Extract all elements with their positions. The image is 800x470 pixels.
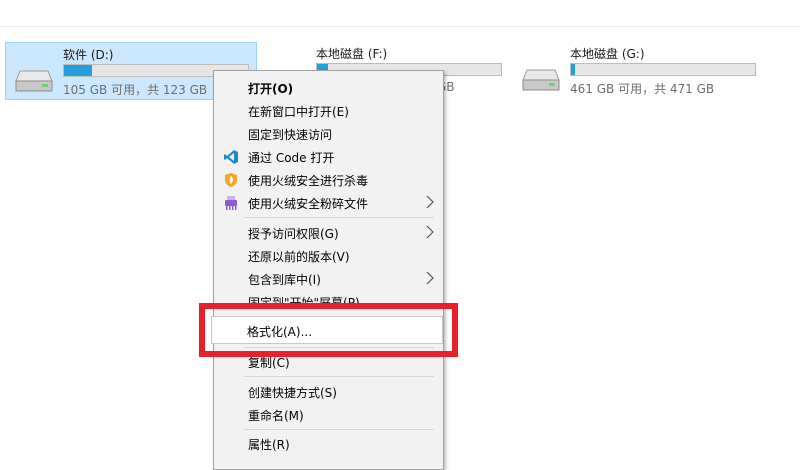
- menu-item-label: 通过 Code 打开: [248, 151, 335, 165]
- hard-drive-icon: [15, 70, 53, 92]
- menu-item-label: 属性(R): [248, 438, 290, 452]
- menu-item-huorong-shred[interactable]: 使用火绒安全粉碎文件: [214, 191, 443, 214]
- hard-drive-icon: [522, 69, 560, 91]
- drive-name: 本地磁盘 (F:): [316, 47, 388, 61]
- menu-item-label: 打开(O): [248, 82, 294, 96]
- menu-item-label: 在新窗口中打开(E): [248, 105, 349, 119]
- menu-item-pin-quick-access[interactable]: 固定到快速访问: [214, 122, 443, 145]
- menu-item-open-new-window[interactable]: 在新窗口中打开(E): [214, 99, 443, 122]
- menu-item-label: 使用火绒安全粉碎文件: [248, 197, 369, 211]
- menu-item-label: 固定到快速访问: [248, 128, 333, 142]
- menu-item-include-in-library[interactable]: 包含到库中(I): [214, 267, 443, 290]
- menu-item-label: 包含到库中(I): [248, 273, 321, 287]
- menu-item-properties[interactable]: 属性(R): [214, 432, 443, 455]
- drive-name: 软件 (D:): [63, 48, 114, 62]
- menu-item-rename[interactable]: 重命名(M): [214, 403, 443, 426]
- menu-item-label: 重命名(M): [248, 409, 304, 423]
- menu-item-open[interactable]: 打开(O): [214, 76, 443, 99]
- address-bar-divider: [0, 26, 800, 27]
- menu-item-open-with-code[interactable]: 通过 Code 打开: [214, 145, 443, 168]
- menu-item-restore-versions[interactable]: 还原以前的版本(V): [214, 244, 443, 267]
- context-menu: 打开(O) 在新窗口中打开(E) 固定到快速访问 通过 Code 打开 使用火绒…: [213, 70, 444, 470]
- menu-item-huorong-scan[interactable]: 使用火绒安全进行杀毒: [214, 168, 443, 191]
- menu-item-label: 还原以前的版本(V): [248, 250, 350, 264]
- drive-name: 本地磁盘 (G:): [570, 47, 645, 61]
- vscode-icon: [224, 150, 238, 164]
- menu-item-format[interactable]: 格式化(A)...: [211, 316, 443, 344]
- menu-separator: [244, 376, 434, 377]
- huorong-shield-icon: [225, 173, 237, 187]
- menu-item-label: 授予访问权限(G): [248, 227, 339, 241]
- menu-separator: [244, 429, 434, 430]
- menu-item-grant-access[interactable]: 授予访问权限(G): [214, 221, 443, 244]
- usage-bar: [570, 63, 756, 76]
- drive-g[interactable]: 本地磁盘 (G:) 461 GB 可用，共 471 GB: [513, 42, 763, 98]
- chevron-right-icon: [426, 225, 434, 239]
- usage-fill: [64, 65, 92, 76]
- menu-item-label: 使用火绒安全进行杀毒: [248, 174, 369, 188]
- chevron-right-icon: [426, 195, 434, 209]
- drive-space-info: 461 GB 可用，共 471 GB: [570, 82, 715, 96]
- chevron-right-icon: [426, 271, 434, 285]
- menu-item-create-shortcut[interactable]: 创建快捷方式(S): [214, 380, 443, 403]
- usage-fill: [571, 64, 575, 75]
- drive-space-info: 105 GB 可用，共 123 GB: [63, 83, 208, 97]
- menu-item-label: 格式化(A)...: [247, 325, 313, 339]
- shredder-icon: [225, 196, 237, 210]
- menu-separator: [244, 217, 434, 218]
- menu-item-label: 创建快捷方式(S): [248, 386, 337, 400]
